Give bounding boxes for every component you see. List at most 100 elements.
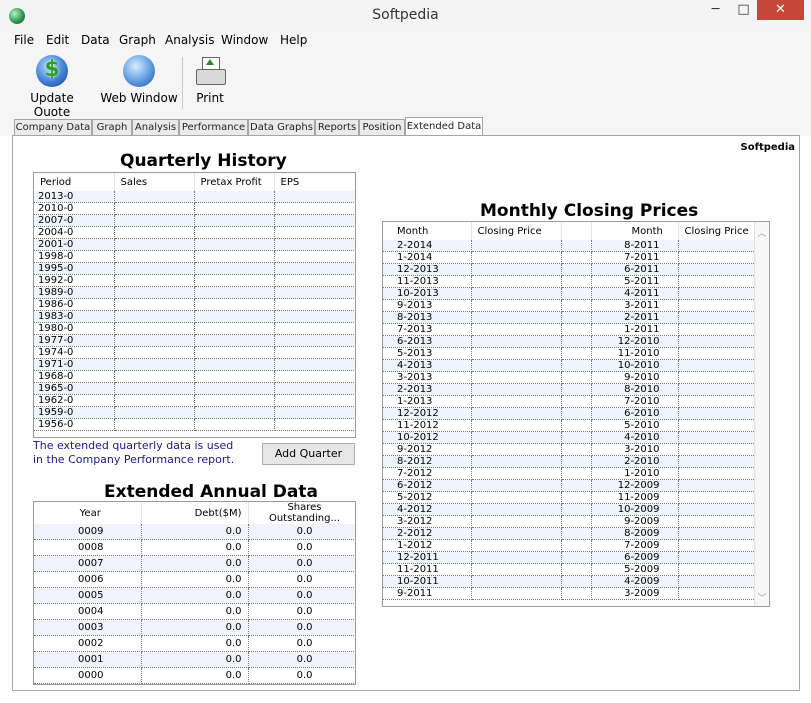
column-header-debt[interactable]: Debt($M) — [141, 502, 249, 524]
maximize-button[interactable]: □ — [730, 0, 757, 20]
close-button[interactable]: ✕ — [757, 0, 804, 20]
eps-cell[interactable] — [274, 310, 355, 323]
period-cell[interactable]: 1962-0 — [34, 394, 115, 407]
pretax-profit-cell[interactable] — [194, 298, 275, 311]
period-cell[interactable]: 2010-0 — [34, 202, 115, 215]
closing-price-cell-left[interactable] — [471, 515, 562, 528]
eps-cell[interactable] — [274, 274, 355, 287]
sales-cell[interactable] — [114, 238, 195, 251]
year-cell[interactable]: 0002 — [34, 635, 142, 652]
year-cell[interactable]: 0003 — [34, 619, 142, 636]
month-cell-left[interactable]: 3-2012 — [383, 515, 472, 528]
year-cell[interactable]: 0007 — [34, 555, 142, 572]
period-cell[interactable]: 2013-0 — [34, 191, 115, 203]
pretax-profit-cell[interactable] — [194, 406, 275, 419]
month-cell-left[interactable]: 11-2012 — [383, 419, 472, 432]
closing-price-cell-right[interactable] — [678, 431, 756, 444]
month-cell-left[interactable]: 1-2012 — [383, 539, 472, 552]
closing-price-cell-left[interactable] — [471, 359, 562, 372]
closing-price-cell-left[interactable] — [471, 575, 562, 588]
closing-price-cell-left[interactable] — [471, 371, 562, 384]
debt-cell[interactable]: 0.0 — [141, 603, 249, 620]
month-cell-right[interactable]: 6-2009 — [591, 551, 679, 564]
shares-outstanding-cell[interactable]: 0.0 — [248, 587, 355, 604]
sales-cell[interactable] — [114, 370, 195, 383]
period-cell[interactable]: 1968-0 — [34, 370, 115, 383]
year-cell[interactable]: 0000 — [34, 667, 142, 684]
eps-cell[interactable] — [274, 358, 355, 371]
sales-cell[interactable] — [114, 298, 195, 311]
closing-price-cell-right[interactable] — [678, 575, 756, 588]
pretax-profit-cell[interactable] — [194, 418, 275, 431]
period-cell[interactable]: 1977-0 — [34, 334, 115, 347]
closing-price-cell-left[interactable] — [471, 419, 562, 432]
pretax-profit-cell[interactable] — [194, 202, 275, 215]
closing-price-cell-left[interactable] — [471, 455, 562, 468]
sales-cell[interactable] — [114, 346, 195, 359]
sales-cell[interactable] — [114, 310, 195, 323]
closing-price-cell-left[interactable] — [471, 587, 562, 600]
month-cell-left[interactable]: 2-2014 — [383, 240, 472, 252]
month-cell-right[interactable]: 4-2011 — [591, 287, 679, 300]
closing-price-cell-left[interactable] — [471, 287, 562, 300]
menu-edit[interactable]: Edit — [46, 33, 69, 47]
pretax-profit-cell[interactable] — [194, 191, 275, 203]
closing-price-cell-left[interactable] — [471, 407, 562, 420]
month-cell-right[interactable]: 7-2011 — [591, 251, 679, 264]
month-cell-right[interactable]: 7-2010 — [591, 395, 679, 408]
pretax-profit-cell[interactable] — [194, 334, 275, 347]
menu-file[interactable]: File — [14, 33, 34, 47]
month-cell-left[interactable]: 3-2013 — [383, 371, 472, 384]
month-cell-right[interactable]: 1-2010 — [591, 467, 679, 480]
period-cell[interactable]: 1998-0 — [34, 250, 115, 263]
period-cell[interactable]: 2004-0 — [34, 226, 115, 239]
print-button[interactable]: Print — [190, 55, 230, 105]
debt-cell[interactable]: 0.0 — [141, 539, 249, 556]
year-cell[interactable]: 0005 — [34, 587, 142, 604]
period-cell[interactable]: 1983-0 — [34, 310, 115, 323]
column-header-sales[interactable]: Sales — [114, 173, 195, 191]
closing-price-cell-right[interactable] — [678, 263, 756, 276]
month-cell-left[interactable]: 11-2011 — [383, 563, 472, 576]
tab-position[interactable]: Position — [359, 119, 405, 135]
pretax-profit-cell[interactable] — [194, 394, 275, 407]
month-cell-left[interactable]: 8-2013 — [383, 311, 472, 324]
closing-price-cell-right[interactable] — [678, 527, 756, 540]
closing-price-cell-left[interactable] — [471, 551, 562, 564]
shares-outstanding-cell[interactable]: 0.0 — [248, 571, 355, 588]
column-header-month-left[interactable]: Month — [383, 222, 472, 240]
closing-price-cell-right[interactable] — [678, 275, 756, 288]
closing-price-cell-left[interactable] — [471, 479, 562, 492]
month-cell-right[interactable]: 9-2009 — [591, 515, 679, 528]
closing-price-cell-right[interactable] — [678, 587, 756, 600]
scroll-down-arrow-icon[interactable]: ﹀ — [755, 591, 769, 604]
closing-price-cell-right[interactable] — [678, 503, 756, 516]
quarterly-history-grid[interactable]: Period Sales Pretax Profit EPS 2013-0 201… — [33, 172, 356, 438]
eps-cell[interactable] — [274, 226, 355, 239]
pretax-profit-cell[interactable] — [194, 214, 275, 227]
month-cell-right[interactable]: 1-2011 — [591, 323, 679, 336]
debt-cell[interactable]: 0.0 — [141, 667, 249, 684]
closing-price-cell-left[interactable] — [471, 539, 562, 552]
closing-price-cell-left[interactable] — [471, 335, 562, 348]
month-cell-left[interactable]: 1-2014 — [383, 251, 472, 264]
month-cell-right[interactable]: 8-2009 — [591, 527, 679, 540]
month-cell-right[interactable]: 8-2010 — [591, 383, 679, 396]
eps-cell[interactable] — [274, 298, 355, 311]
month-cell-right[interactable]: 3-2011 — [591, 299, 679, 312]
eps-cell[interactable] — [274, 394, 355, 407]
month-cell-left[interactable]: 9-2011 — [383, 587, 472, 600]
closing-price-cell-left[interactable] — [471, 323, 562, 336]
closing-price-cell-right[interactable] — [678, 323, 756, 336]
month-cell-right[interactable]: 12-2009 — [591, 479, 679, 492]
closing-price-cell-right[interactable] — [678, 419, 756, 432]
sales-cell[interactable] — [114, 334, 195, 347]
sales-cell[interactable] — [114, 262, 195, 275]
eps-cell[interactable] — [274, 322, 355, 335]
period-cell[interactable]: 1992-0 — [34, 274, 115, 287]
column-header-shares-outstanding[interactable]: Shares Outstanding... — [248, 502, 355, 524]
closing-price-cell-right[interactable] — [678, 539, 756, 552]
closing-price-cell-right[interactable] — [678, 371, 756, 384]
menu-graph[interactable]: Graph — [119, 33, 156, 47]
eps-cell[interactable] — [274, 202, 355, 215]
